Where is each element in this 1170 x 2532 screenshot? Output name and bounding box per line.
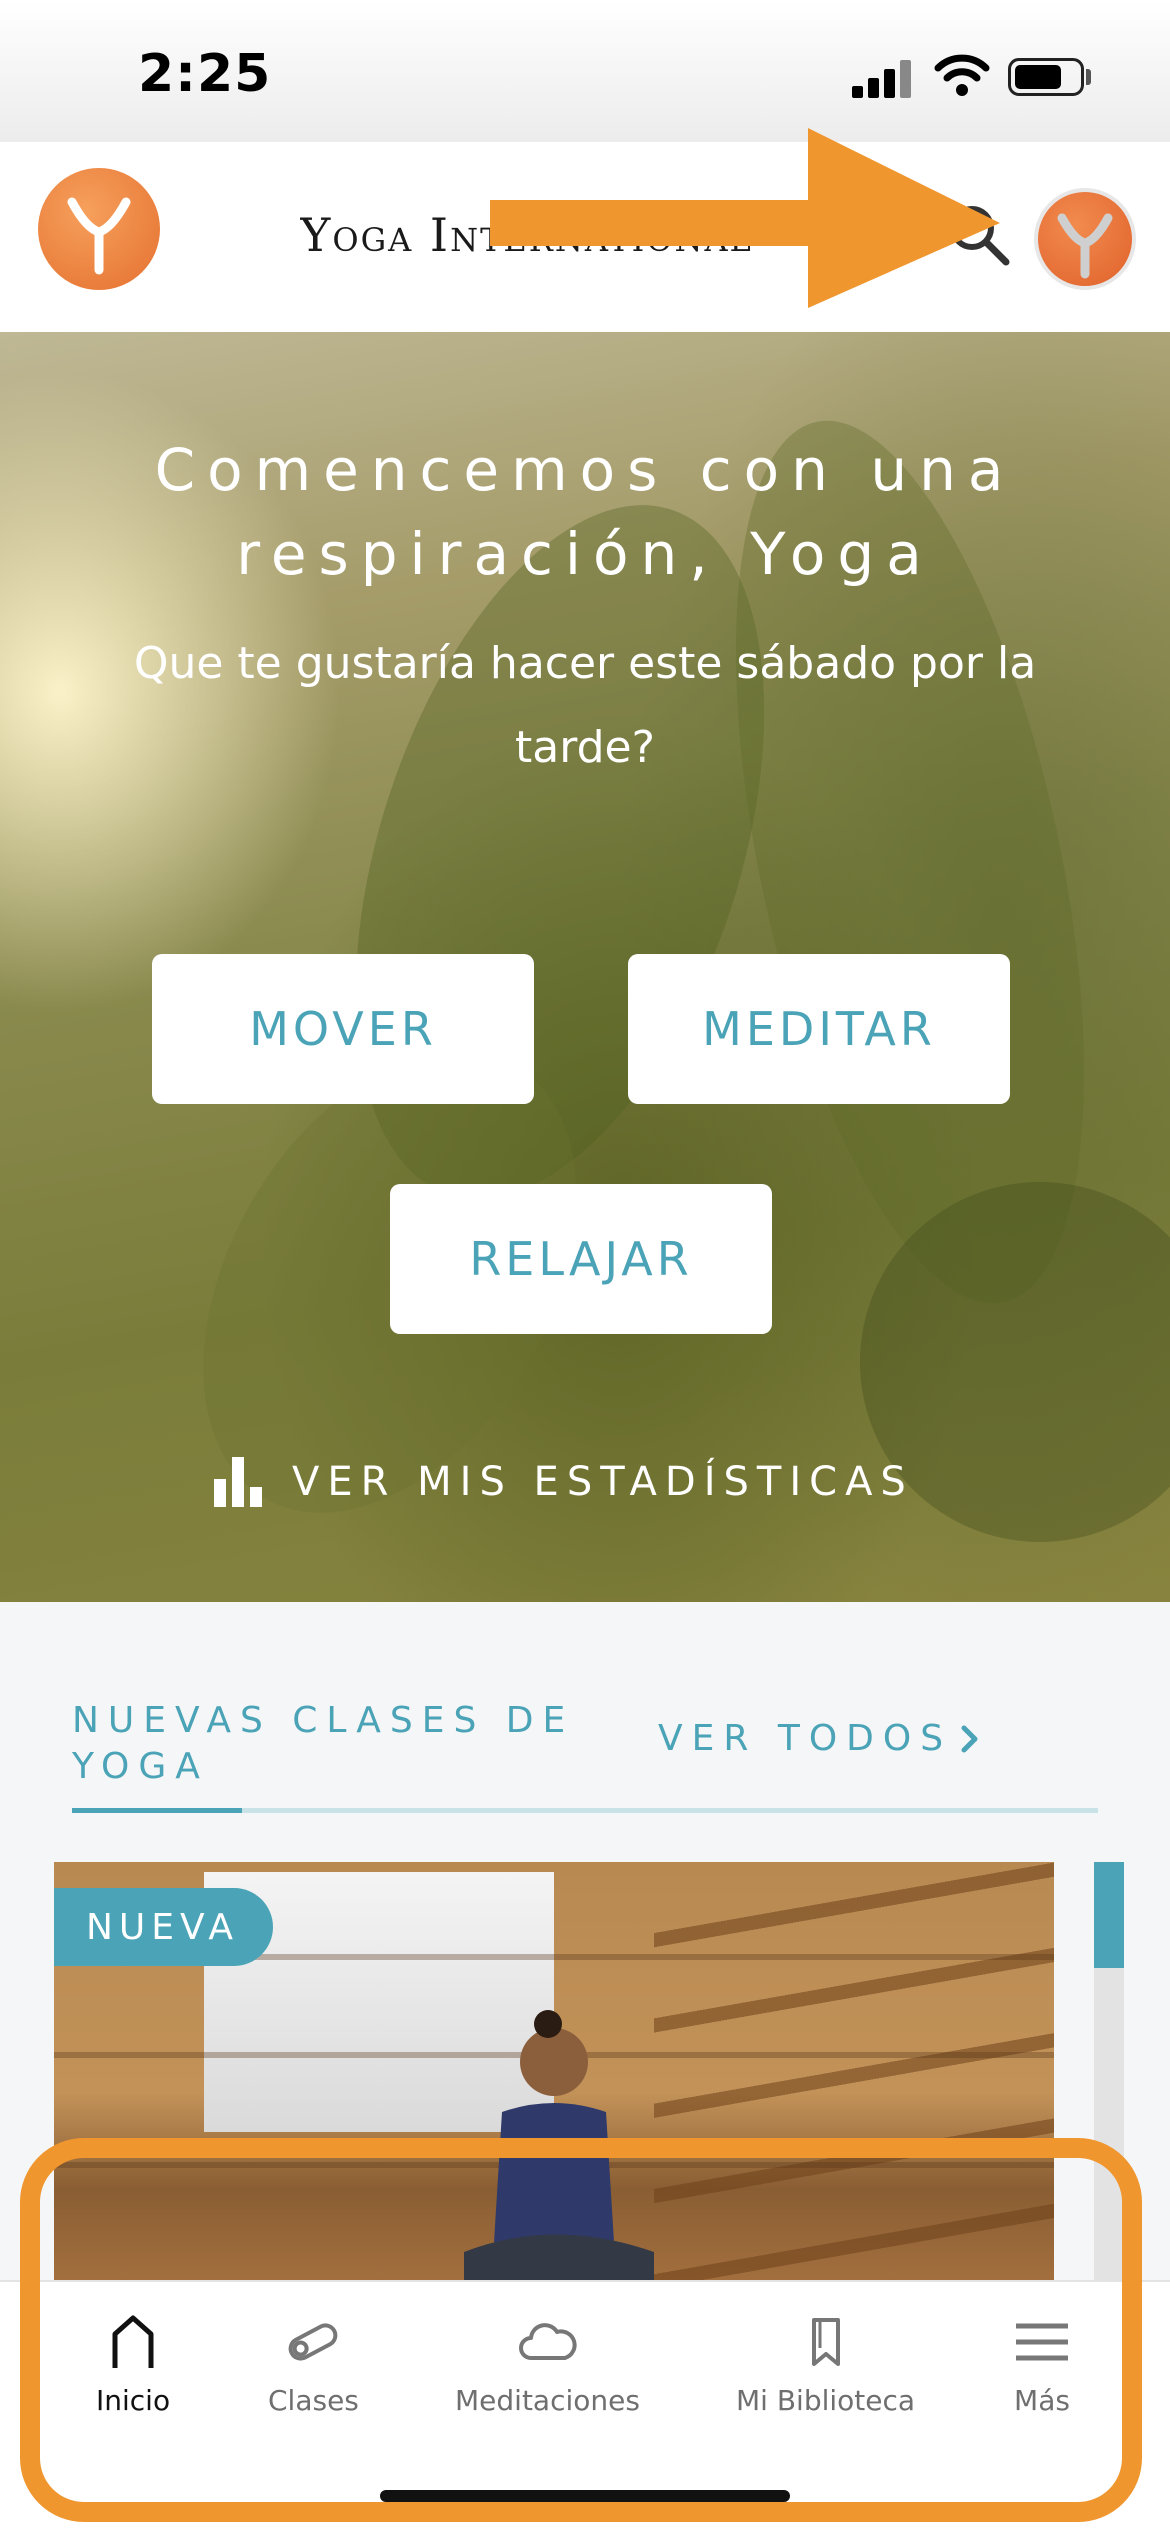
- signal-icon: [852, 58, 914, 98]
- bar-chart-icon: [214, 1457, 264, 1507]
- status-time: 2:25: [138, 44, 272, 104]
- wifi-icon: [934, 54, 990, 96]
- move-button[interactable]: MOVER: [152, 954, 534, 1104]
- nav-label-clases: Clases: [268, 2384, 359, 2417]
- brand-title: Yoga International: [300, 208, 753, 262]
- nav-label-inicio: Inicio: [96, 2384, 171, 2417]
- search-icon[interactable]: [944, 200, 1014, 270]
- nav-item-mi-biblioteca[interactable]: Mi Biblioteca: [736, 2312, 915, 2417]
- nav-item-clases[interactable]: Clases: [268, 2312, 359, 2417]
- hero-subtitle: Que te gustaría hacer este sábado por la…: [133, 638, 1037, 773]
- view-stats-label: VER MIS ESTADÍSTICAS: [292, 1459, 914, 1505]
- next-class-card[interactable]: [1094, 1862, 1124, 2282]
- menu-icon: [1016, 2323, 1068, 2361]
- nav-label-mas: Más: [1014, 2384, 1070, 2417]
- app-header: Yoga International: [0, 142, 1170, 332]
- relax-button[interactable]: RELAJAR: [390, 1184, 772, 1334]
- nav-label-mi-biblioteca: Mi Biblioteca: [736, 2384, 916, 2417]
- carousel-progress: [72, 1808, 1098, 1813]
- avatar[interactable]: [1034, 188, 1136, 290]
- nav-item-inicio[interactable]: Inicio: [96, 2312, 170, 2417]
- hero-title: Comencemos con una respiración, Yoga: [154, 436, 1016, 588]
- nav-item-meditaciones[interactable]: Meditaciones: [455, 2312, 640, 2417]
- mat-icon: [289, 2323, 338, 2361]
- new-badge: NUEVA: [54, 1888, 273, 1966]
- chevron-right-icon: [961, 1725, 978, 1752]
- see-all-link[interactable]: VER TODOS: [658, 1718, 980, 1759]
- see-all-label: VER TODOS: [658, 1718, 953, 1759]
- battery-icon: [1008, 58, 1084, 96]
- yoga-logo-icon[interactable]: [38, 168, 160, 290]
- view-stats-link[interactable]: VER MIS ESTADÍSTICAS: [214, 1452, 914, 1512]
- battery-cap: [1086, 69, 1091, 85]
- nav-label-meditaciones: Meditaciones: [455, 2384, 640, 2417]
- section-title: NUEVAS CLASES DE YOGA: [72, 1700, 575, 1787]
- home-icon: [112, 2315, 154, 2368]
- meditate-button[interactable]: MEDITAR: [628, 954, 1010, 1104]
- instructor-image: [464, 2010, 654, 2282]
- hero-banner: Comencemos con una respiración, Yoga Que…: [0, 332, 1170, 1602]
- cloud-icon: [519, 2323, 578, 2360]
- home-indicator: [380, 2490, 790, 2502]
- status-bar: 2:25: [0, 0, 1170, 142]
- nav-item-mas[interactable]: Más: [1012, 2312, 1072, 2417]
- bookmark-icon: [811, 2318, 840, 2366]
